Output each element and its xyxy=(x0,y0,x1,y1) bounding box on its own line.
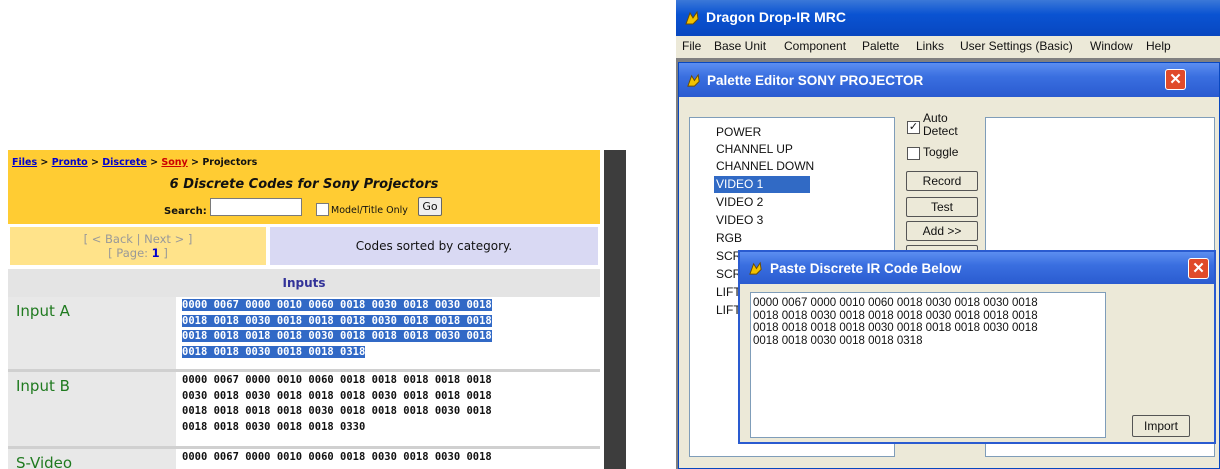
add-button[interactable]: Add >> xyxy=(906,221,978,241)
code-row: Input B 0000 0067 0000 0010 0060 0018 00… xyxy=(8,372,600,446)
code-textarea[interactable]: 0000 0067 0000 0010 0060 0018 0030 0018 … xyxy=(750,292,1106,438)
code-text-selected[interactable]: 0000 0067 0000 0010 0060 0018 0030 0018 … xyxy=(182,298,574,360)
app-titlebar[interactable]: Dragon Drop-IR MRC xyxy=(676,0,1220,36)
breadcrumb-current: Projectors xyxy=(202,157,258,168)
search-input[interactable] xyxy=(210,198,302,216)
list-item[interactable]: CHANNEL UP xyxy=(714,141,795,158)
web-page: Files > Pronto > Discrete > Sony > Proje… xyxy=(8,150,600,469)
toggle-label: Toggle xyxy=(923,145,959,159)
sort-info: Codes sorted by category. xyxy=(270,227,598,265)
model-title-only-label: Model/Title Only xyxy=(331,205,408,216)
selected-code[interactable]: 0000 0067 0000 0010 0060 0018 0030 0018 … xyxy=(182,299,492,358)
page-indicator: [ Page: 1 ] xyxy=(10,246,266,260)
menu-user-settings[interactable]: User Settings (Basic) xyxy=(960,39,1073,53)
menu-help[interactable]: Help xyxy=(1146,39,1171,53)
list-item[interactable]: VIDEO 2 xyxy=(714,194,765,211)
breadcrumb-sep: > xyxy=(37,157,52,168)
close-icon[interactable]: ✕ xyxy=(1165,69,1186,90)
code-text[interactable]: 0000 0067 0000 0010 0060 0018 0018 0018 … xyxy=(182,373,574,435)
page-number-link[interactable]: 1 xyxy=(152,246,160,260)
menu-links[interactable]: Links xyxy=(916,39,944,53)
menu-base-unit[interactable]: Base Unit xyxy=(714,39,766,53)
breadcrumb-sep: > xyxy=(87,157,103,168)
code-row: Input A 0000 0067 0000 0010 0060 0018 00… xyxy=(8,297,600,369)
dragon-icon xyxy=(687,73,700,87)
menu-palette[interactable]: Palette xyxy=(862,39,899,53)
header-bar: Files > Pronto > Discrete > Sony > Proje… xyxy=(8,150,600,224)
dragon-icon xyxy=(685,10,699,25)
palette-title: Palette Editor SONY PROJECTOR xyxy=(707,73,924,88)
auto-detect-checkbox[interactable]: ✓ xyxy=(907,121,920,134)
auto-detect-label-2: Detect xyxy=(923,124,958,138)
pagination-cell: [ < Back | Next > ] [ Page: 1 ] xyxy=(10,227,266,265)
breadcrumb-sep: > xyxy=(187,157,203,168)
breadcrumb-sony-link[interactable]: Sony xyxy=(161,157,187,168)
breadcrumb-discrete-link[interactable]: Discrete xyxy=(102,157,147,168)
menu-file[interactable]: File xyxy=(682,39,701,53)
import-button[interactable]: Import xyxy=(1132,415,1190,437)
search-label: Search: xyxy=(164,206,207,217)
code-text[interactable]: 0000 0067 0000 0010 0060 0018 0030 0018 … xyxy=(182,450,574,466)
palette-titlebar[interactable]: Palette Editor SONY PROJECTOR ✕ xyxy=(679,63,1219,97)
page-title: 6 Discrete Codes for Sony Projectors xyxy=(169,177,439,192)
page-prefix: [ Page: xyxy=(108,246,152,260)
go-button[interactable]: Go xyxy=(418,197,442,216)
breadcrumb-pronto-link[interactable]: Pronto xyxy=(52,157,88,168)
list-item[interactable]: POWER xyxy=(714,124,763,141)
code-name: Input B xyxy=(16,377,70,395)
list-item[interactable]: RGB xyxy=(714,230,744,247)
list-item-selected[interactable]: VIDEO 1 xyxy=(714,176,810,193)
breadcrumb: Files > Pronto > Discrete > Sony > Proje… xyxy=(12,157,257,168)
auto-detect-label-1: Auto xyxy=(923,111,948,125)
code-name: Input A xyxy=(16,302,70,320)
model-title-only-checkbox[interactable] xyxy=(316,203,329,216)
page-suffix: ] xyxy=(159,246,168,260)
app-title: Dragon Drop-IR MRC xyxy=(706,9,846,25)
menu-window[interactable]: Window xyxy=(1090,39,1133,53)
back-next-links[interactable]: [ < Back | Next > ] xyxy=(10,232,266,246)
toggle-checkbox[interactable] xyxy=(907,147,920,160)
category-header: Inputs xyxy=(8,269,600,297)
code-name: S-Video xyxy=(16,454,73,469)
menu-component[interactable]: Component xyxy=(784,39,846,53)
paste-title: Paste Discrete IR Code Below xyxy=(770,261,962,276)
list-item[interactable]: VIDEO 3 xyxy=(714,212,765,229)
menu-bar: File Base Unit Component Palette Links U… xyxy=(676,36,1220,58)
record-button[interactable]: Record xyxy=(906,171,978,191)
list-item[interactable]: CHANNEL DOWN xyxy=(714,158,816,175)
page-scroll-shadow xyxy=(604,150,626,469)
breadcrumb-sep: > xyxy=(146,157,162,168)
code-row: S-Video 0000 0067 0000 0010 0060 0018 00… xyxy=(8,449,600,469)
paste-code-dialog: Paste Discrete IR Code Below ✕ 0000 0067… xyxy=(738,250,1216,444)
breadcrumb-files-link[interactable]: Files xyxy=(12,157,37,168)
close-icon[interactable]: ✕ xyxy=(1188,258,1209,279)
dragon-icon xyxy=(749,261,762,275)
test-button[interactable]: Test xyxy=(906,197,978,217)
paste-titlebar[interactable]: Paste Discrete IR Code Below ✕ xyxy=(740,252,1214,284)
